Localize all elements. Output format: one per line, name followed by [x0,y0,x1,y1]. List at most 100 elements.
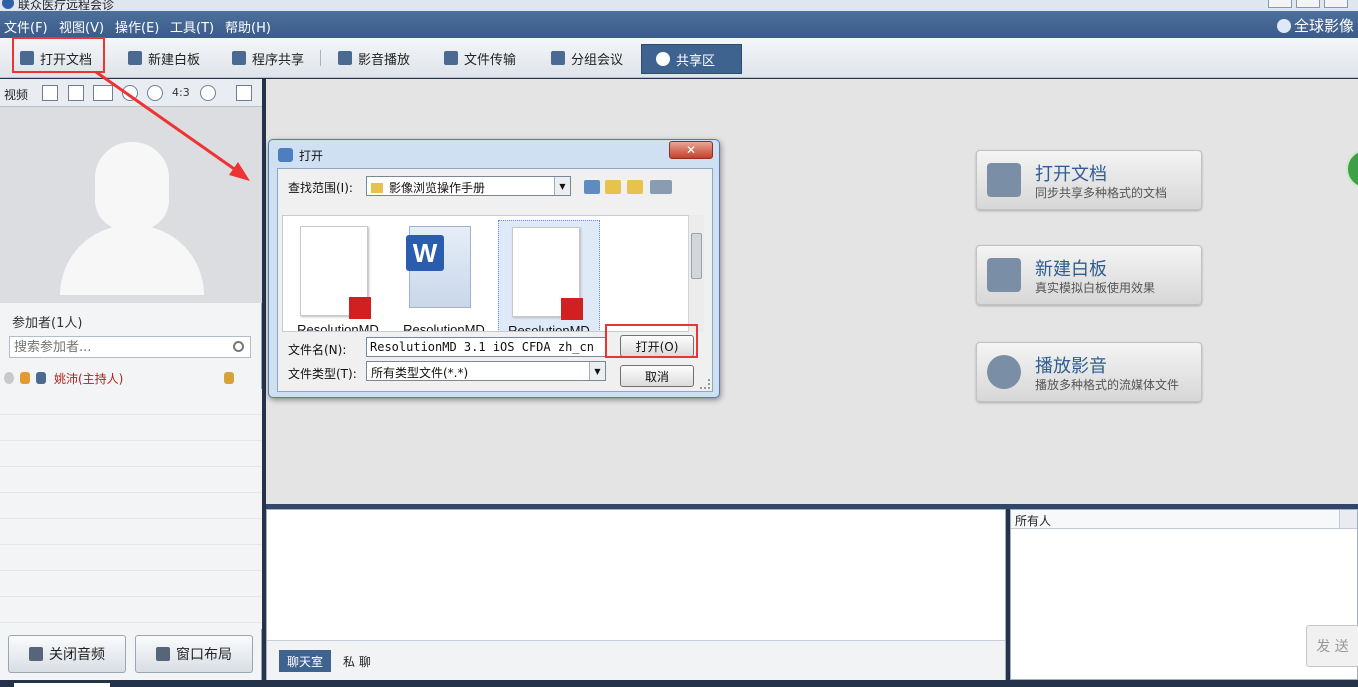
book-icon [987,163,1021,197]
card-whiteboard[interactable]: 新建白板 真实模拟白板使用效果 [976,245,1202,305]
rotate-left-icon[interactable] [122,85,138,101]
card-open-doc-title: 打开文档 [1035,164,1107,185]
up-folder-icon[interactable] [605,180,621,194]
single-view-icon[interactable] [42,85,58,101]
pdf-badge-icon [561,298,583,320]
tab-chat-room[interactable]: 聊天室 [279,650,332,672]
film-reel-icon [338,51,352,65]
grid-view-icon[interactable] [68,85,84,101]
filename-label: 文件名(N): [288,343,347,357]
chevron-down-icon[interactable] [1339,510,1357,528]
microphone-off-icon [29,647,43,661]
mute-audio-label: 关闭音频 [49,647,105,663]
look-in-value: 影像浏览操作手册 [389,181,486,195]
view-menu-icon[interactable] [650,180,672,194]
mute-audio-button[interactable]: 关闭音频 [8,635,126,673]
maximize-button[interactable] [1296,0,1320,8]
avatar-placeholder-head [95,142,169,230]
hd-icon[interactable] [200,85,216,101]
resize-grip-icon[interactable] [700,379,710,389]
video-toolbar: 视频 4:3 [0,79,262,107]
layout-icon [156,647,170,661]
file-item-selected[interactable]: ResolutionMD [498,220,600,332]
window-title: 联众医疗远程会诊 [18,0,115,11]
card-whiteboard-title: 新建白板 [1035,259,1107,280]
recipient-panel: 所有人 发 送 [1010,509,1358,680]
card-media-subtitle: 播放多种格式的流媒体文件 [1035,378,1180,392]
send-button[interactable]: 发 送 [1306,625,1358,667]
participant-search[interactable] [9,336,251,358]
recipient-value: 所有人 [1015,514,1052,528]
card-open-doc[interactable]: 打开文档 同步共享多种格式的文档 [976,150,1202,210]
pdf-document-icon [300,226,371,319]
menu-operate[interactable]: 操作(E) [115,17,159,36]
filetype-select[interactable]: 所有类型文件(*.*) ▼ [366,361,606,381]
menu-view[interactable]: 视图(V) [59,17,104,36]
file-item[interactable]: W ResolutionMD [393,220,495,331]
menu-tools[interactable]: 工具(T) [170,17,214,36]
chevron-down-icon[interactable]: ▼ [589,362,605,380]
media-button[interactable]: 影音播放 [332,45,416,71]
word-document-icon: W [406,226,471,308]
layout-dropdown-icon[interactable] [93,85,113,101]
toolbar-separator [320,50,321,66]
rotate-right-icon[interactable] [147,85,163,101]
chat-tabbar: 聊天室 私 聊 [267,640,1005,680]
look-in-select[interactable]: 影像浏览操作手册 ▼ [366,176,571,196]
window-layout-button[interactable]: 窗口布局 [135,635,253,673]
group-meeting-button[interactable]: 分组会议 [545,45,629,71]
brand-text: 全球影像 [1293,17,1354,35]
dialog-close-button[interactable]: ✕ [669,141,713,159]
edit-pen-icon[interactable] [224,372,234,384]
file-name: ResolutionMD [508,323,590,332]
file-item[interactable]: ResolutionMD [287,220,389,332]
microphone-icon[interactable] [20,372,30,384]
video-area [0,107,262,303]
media-label: 影音播放 [358,52,411,68]
search-icon[interactable] [233,341,244,352]
recipient-select[interactable]: 所有人 [1011,510,1357,529]
chevron-down-icon[interactable]: ▼ [554,177,570,195]
left-panel: 视频 4:3 参加者(1人) 姚沛(主持人) 关闭音频 窗口布局 [0,79,262,680]
aspect-ratio-toggle[interactable]: 4:3 [172,86,190,99]
file-transfer-button[interactable]: 文件传输 [438,45,522,71]
new-folder-icon[interactable] [627,180,643,194]
app-share-label: 程序共享 [252,52,305,68]
participant-search-input[interactable] [10,337,220,357]
whiteboard-button[interactable]: 新建白板 [122,45,206,71]
filetype-value: 所有类型文件(*.*) [371,366,469,380]
tab-private-chat[interactable]: 私 聊 [335,650,379,672]
card-open-doc-subtitle: 同步共享多种格式的文档 [1035,186,1168,200]
pdf-badge-icon [349,297,371,319]
back-icon[interactable] [584,180,600,194]
participant-row[interactable]: 姚沛(主持人) [0,367,262,389]
popout-icon[interactable] [236,85,252,101]
dialog-app-icon [278,148,293,162]
word-badge-icon: W [406,235,444,271]
close-window-button[interactable] [1324,0,1348,8]
file-list-scrollbar[interactable] [688,215,704,332]
video-label: 视频 [4,88,29,102]
cancel-button[interactable]: 取消 [620,365,694,387]
file-name: ResolutionMD [297,322,379,332]
avatar-placeholder-body [60,225,204,295]
card-whiteboard-subtitle: 真实模拟白板使用效果 [1035,281,1156,295]
scrollbar-thumb[interactable] [691,233,702,279]
card-media[interactable]: 播放影音 播放多种格式的流媒体文件 [976,342,1202,402]
minimize-button[interactable] [1268,0,1292,8]
filetype-label: 文件类型(T): [288,367,357,381]
brand: 全球影像 [1276,15,1354,36]
status-indicator-icon[interactable] [1346,149,1358,189]
menu-help[interactable]: 帮助(H) [225,17,271,36]
filename-input[interactable]: ResolutionMD 3.1 iOS CFDA zh_cn [366,337,606,357]
window-titlebar: 联众医疗远程会诊 [0,0,1358,11]
app-share-button[interactable]: 程序共享 [226,45,310,71]
file-transfer-label: 文件传输 [464,52,517,68]
taskbar-strip [0,680,1358,687]
brand-logo-icon [1276,19,1291,33]
menu-file[interactable]: 文件(F) [4,17,48,36]
share-area-tab[interactable]: 共享区 [641,44,742,74]
window-layout-label: 窗口布局 [176,647,232,663]
monitor-icon[interactable] [36,372,46,384]
group-meeting-icon [551,51,565,65]
